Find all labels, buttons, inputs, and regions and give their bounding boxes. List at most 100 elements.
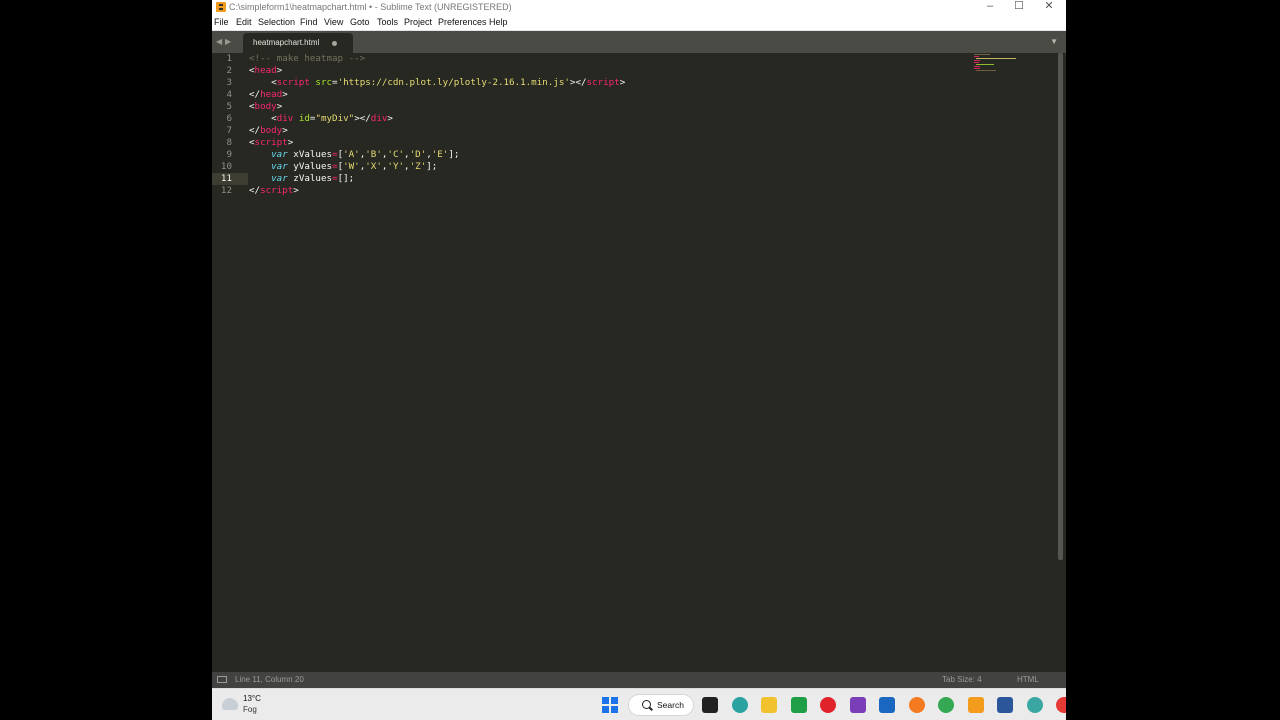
code-line[interactable]: </script> <box>249 185 299 197</box>
title-bar: C:\simpleform1\heatmapchart.html • - Sub… <box>212 0 1066 14</box>
menu-view[interactable]: View <box>324 14 343 31</box>
window-title: C:\simpleform1\heatmapchart.html • - Sub… <box>229 2 512 12</box>
code-token: zValues <box>287 173 333 184</box>
code-token: div <box>276 113 294 124</box>
menu-edit[interactable]: Edit <box>236 14 252 31</box>
code-token: script <box>254 137 288 148</box>
menu-help[interactable]: Help <box>489 14 508 31</box>
code-token: ></ <box>354 113 371 124</box>
code-token: []; <box>337 173 355 184</box>
code-line[interactable]: <head> <box>249 65 282 77</box>
code-token: ></ <box>569 77 587 88</box>
edge-dev-icon[interactable] <box>1027 697 1043 713</box>
code-token: script <box>276 77 310 88</box>
opera-icon[interactable] <box>820 697 836 713</box>
menu-tools[interactable]: Tools <box>377 14 398 31</box>
close-icon[interactable]: ✕ <box>1034 0 1064 14</box>
code-line[interactable]: var xValues=['A','B','C','D','E']; <box>249 149 459 161</box>
code-token: 'E' <box>431 149 449 160</box>
chrome-canary-icon[interactable] <box>1056 697 1066 713</box>
code-line[interactable]: <script> <box>249 137 293 149</box>
visual-studio-icon[interactable] <box>850 697 866 713</box>
line-number: 5 <box>226 101 232 112</box>
code-token: id <box>298 113 310 124</box>
menu-project[interactable]: Project <box>404 14 432 31</box>
weather-condition[interactable]: Fog <box>243 705 257 714</box>
line-number: 11 <box>220 173 232 184</box>
code-line[interactable]: </body> <box>249 125 288 137</box>
line-number: 3 <box>226 77 232 88</box>
chrome-icon[interactable] <box>938 697 954 713</box>
code-editor[interactable]: 1 2 3 4 5 6 7 8 9 10 11 12 <!-- make heatmap --> <he… <box>212 53 1066 672</box>
code-token: xValues <box>287 149 333 160</box>
code-token: yValues <box>287 161 333 172</box>
taskbar-search[interactable]: Search <box>628 694 694 716</box>
menu-file[interactable]: File <box>214 14 229 31</box>
code-token: 'W' <box>343 161 360 172</box>
code-token: > <box>619 77 626 88</box>
outlook-icon[interactable] <box>879 697 895 713</box>
line-number: 1 <box>226 53 232 64</box>
menu-selection[interactable]: Selection <box>258 14 295 31</box>
task-view-icon[interactable] <box>702 697 718 713</box>
firefox-icon[interactable] <box>909 697 925 713</box>
tab-heatmapchart[interactable]: heatmapchart.html <box>243 33 353 53</box>
weather-temperature[interactable]: 13°C <box>243 694 261 703</box>
syntax-mode[interactable]: HTML <box>1017 672 1039 688</box>
code-token: ]; <box>448 149 460 160</box>
code-line[interactable]: <script src='https://cdn.plot.ly/plotly-… <box>249 77 625 89</box>
pycharm-icon[interactable] <box>791 697 807 713</box>
code-token: </ <box>249 185 261 196</box>
line-number: 4 <box>226 89 232 100</box>
code-token: 'A' <box>343 149 360 160</box>
line-number: 8 <box>226 137 232 148</box>
code-line[interactable]: <!-- make heatmap --> <box>249 53 365 65</box>
tab-right-arrow-icon[interactable]: ▶ <box>225 37 231 46</box>
sublime-text-icon <box>216 2 226 12</box>
minimize-icon[interactable]: – <box>975 0 1005 14</box>
sublime-text-taskbar-icon[interactable] <box>968 697 984 713</box>
code-token: body <box>260 125 283 136</box>
code-token: > <box>282 89 288 100</box>
menu-find[interactable]: Find <box>300 14 318 31</box>
file-explorer-icon[interactable] <box>761 697 777 713</box>
notepad-icon[interactable] <box>997 697 1013 713</box>
vertical-scrollbar[interactable] <box>1058 53 1063 560</box>
unsaved-dot-icon[interactable] <box>332 41 337 46</box>
line-number: 2 <box>226 65 232 76</box>
tab-list-dropdown-icon[interactable]: ▼ <box>1050 37 1058 46</box>
line-number: 7 <box>226 125 232 136</box>
minimap[interactable] <box>972 53 1058 73</box>
code-line[interactable]: <body> <box>249 101 282 113</box>
code-token: 'B' <box>365 149 382 160</box>
code-line[interactable]: </head> <box>249 89 288 101</box>
search-label: Search <box>657 700 684 710</box>
tab-size[interactable]: Tab Size: 4 <box>942 672 982 688</box>
code-token: 'Z' <box>409 161 427 172</box>
menu-preferences[interactable]: Preferences <box>438 14 487 31</box>
maximize-icon[interactable]: ☐ <box>1004 0 1034 14</box>
fog-cloud-icon[interactable] <box>222 698 238 710</box>
code-token: var <box>271 149 288 160</box>
code-token: src <box>315 77 333 88</box>
code-line[interactable]: var zValues=[]; <box>249 173 354 185</box>
menu-goto[interactable]: Goto <box>350 14 370 31</box>
tab-label: heatmapchart.html <box>253 38 320 47</box>
code-token: < <box>249 113 277 124</box>
tab-left-arrow-icon[interactable]: ◀ <box>216 37 222 46</box>
windows-taskbar: 13°C Fog Search <box>212 688 1066 720</box>
cursor-position[interactable]: Line 11, Column 20 <box>235 672 304 688</box>
code-token: > <box>276 65 283 76</box>
panel-toggle-icon[interactable] <box>217 676 227 683</box>
code-token: > <box>276 101 283 112</box>
code-token: 'https://cdn.plot.ly/plotly-2.16.1.min.j… <box>337 77 570 88</box>
sublime-text-window: C:\simpleform1\heatmapchart.html • - Sub… <box>212 0 1066 720</box>
edge-icon[interactable] <box>732 697 748 713</box>
code-line[interactable]: var yValues=['W','X','Y','Z']; <box>249 161 437 173</box>
code-line[interactable]: <div id="myDiv"></div> <box>249 113 393 125</box>
code-token: > <box>287 137 294 148</box>
code-token: var <box>271 173 288 184</box>
windows-start-icon[interactable] <box>602 697 618 713</box>
